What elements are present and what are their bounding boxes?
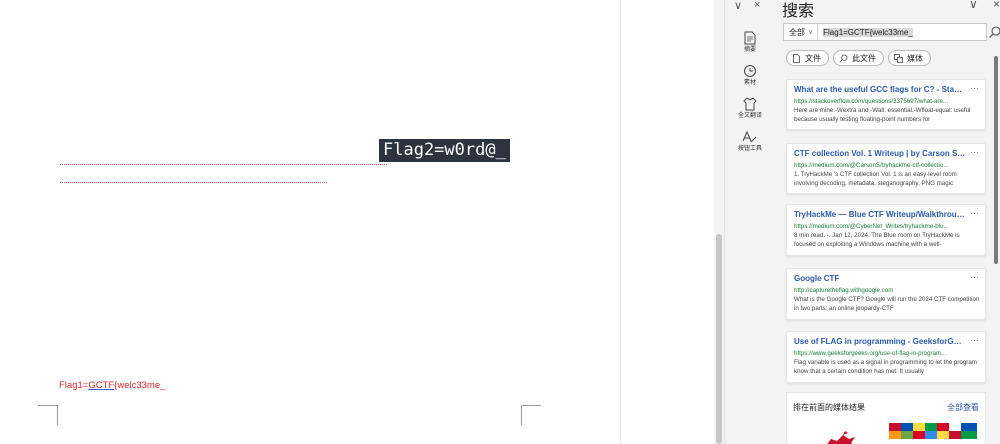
rail-item-label: 按钮工具 xyxy=(737,146,762,152)
result-card[interactable]: What are the useful GCC flags for C? - S… xyxy=(786,79,986,130)
result-url[interactable]: https://medium.com/@CarsonS/tryhackme-ct… xyxy=(794,161,978,170)
pen-ai-icon xyxy=(742,130,757,143)
chip-this-file[interactable]: 此文件 xyxy=(833,50,884,66)
filter-chips: 文件 此文件 媒体 xyxy=(786,50,931,66)
rail-item-summary[interactable]: 摘要 xyxy=(725,30,775,54)
dotted-rule xyxy=(60,164,387,165)
result-title[interactable]: What are the useful GCC flags for C? - S… xyxy=(794,85,966,95)
chip-file[interactable]: 文件 xyxy=(786,50,829,66)
more-options-icon[interactable]: ··· xyxy=(970,147,979,157)
chip-label: 文件 xyxy=(805,53,821,63)
document-scrollbar-thumb[interactable] xyxy=(716,234,722,444)
document-icon xyxy=(744,31,756,45)
scope-dropdown[interactable]: 全部 ∨ xyxy=(784,24,819,40)
result-url[interactable]: https://www.geeksforgeeks.org/use-of-fla… xyxy=(794,349,978,358)
rail-controls: ∨ × xyxy=(725,0,775,14)
panel-close-button[interactable]: × xyxy=(993,0,1000,11)
rail-close-button[interactable]: × xyxy=(754,0,760,11)
chip-media[interactable]: 媒体 xyxy=(888,50,931,66)
chip-label: 此文件 xyxy=(852,53,876,63)
rail-item-material[interactable]: 素材 xyxy=(725,63,775,87)
search-box: 全部 ∨ Flag1=GCTF{welc33me_ xyxy=(783,23,1000,41)
rail-item-label: 摘要 xyxy=(743,47,756,53)
see-all-link[interactable]: 全部查看 xyxy=(947,402,979,413)
result-url[interactable]: https://medium.com/@CyberNet_Writes/tryh… xyxy=(794,222,978,231)
panel-title: 搜索 xyxy=(782,3,815,20)
result-card[interactable]: Use of FLAG in programming - GeeksforGee… xyxy=(786,331,986,383)
result-title[interactable]: Use of FLAG in programming - GeeksforGee… xyxy=(794,337,966,347)
result-snippet: 1. TryHackMe 's CTF collection Vol. 1 is… xyxy=(794,171,957,187)
result-snippet: 8 min read. -. Jan 12, 2024. The Blue ro… xyxy=(794,232,960,248)
more-options-icon[interactable]: ··· xyxy=(970,272,979,282)
more-options-icon[interactable]: ··· xyxy=(970,208,979,218)
flag1-underlined: GCTF xyxy=(88,380,115,391)
flag1-text[interactable]: Flag1=GCTF{welc33me_ xyxy=(59,380,165,391)
document-gutter xyxy=(620,0,718,444)
rail-item-label: 素材 xyxy=(743,80,756,86)
result-card[interactable]: CTF collection Vol. 1 Writeup | by Carso… xyxy=(786,143,986,194)
crop-mark-left xyxy=(38,405,58,425)
clock-icon xyxy=(744,65,756,77)
shirt-icon xyxy=(743,97,757,111)
result-snippet: Flag variable is used as a signal in pro… xyxy=(794,359,977,375)
dotted-rule xyxy=(60,182,327,183)
media-section: 排在前面的媒体结果 全部查看 xyxy=(786,392,986,444)
welsh-dragon-thumbnail[interactable] xyxy=(807,423,877,444)
flag1-prefix: Flag1= xyxy=(59,380,89,391)
search-icon[interactable] xyxy=(988,25,1000,39)
document-canvas[interactable]: Flag2=w0rd@_ Flag1=GCTF{welc33me_ xyxy=(0,0,620,444)
search-icon xyxy=(839,54,848,63)
result-url[interactable]: http://capturetheflag.withgoogle.com xyxy=(794,286,978,295)
result-title[interactable]: Google CTF xyxy=(794,274,966,284)
rail-item-label: 全文翻译 xyxy=(737,113,762,119)
rail-collapse-button[interactable]: ∨ xyxy=(734,0,742,12)
more-options-icon[interactable]: ··· xyxy=(970,335,979,345)
result-card[interactable]: TryHackMe — Blue CTF Writeup/Walkthroug.… xyxy=(786,204,986,256)
chip-label: 媒体 xyxy=(907,53,923,63)
search-input[interactable]: Flag1=GCTF{welc33me_ xyxy=(818,27,986,37)
tool-rail: ∨ × 摘要 素材 全文翻译 按钮工具 xyxy=(724,0,774,444)
result-url[interactable]: https://stackoverflow.com/questions/3375… xyxy=(794,97,978,106)
more-options-icon[interactable]: ··· xyxy=(970,83,979,93)
media-section-title: 排在前面的媒体结果 xyxy=(793,403,865,412)
panel-scrollbar[interactable] xyxy=(994,56,998,264)
panel-collapse-button[interactable]: ∨ xyxy=(969,0,978,11)
crop-mark-right xyxy=(521,405,541,425)
search-panel: 搜索 ∨ × 全部 ∨ Flag1=GCTF{welc33me_ 文件 此文件 … xyxy=(774,0,1000,444)
file-icon xyxy=(793,53,800,63)
flag1-suffix: {welc33me_ xyxy=(114,380,166,391)
chevron-down-icon: ∨ xyxy=(808,29,814,36)
scope-label: 全部 xyxy=(789,27,805,37)
rail-item-tools[interactable]: 按钮工具 xyxy=(725,129,775,153)
selected-flag2-text[interactable]: Flag2=w0rd@_ xyxy=(379,139,510,162)
result-title[interactable]: TryHackMe — Blue CTF Writeup/Walkthroug.… xyxy=(794,210,966,220)
media-icon xyxy=(894,53,903,63)
result-snippet: Here are mine:-Wextra and -Wall: essenti… xyxy=(794,107,971,123)
result-title[interactable]: CTF collection Vol. 1 Writeup | by Carso… xyxy=(794,149,966,159)
result-card[interactable]: Google CTF ··· http://capturetheflag.wit… xyxy=(786,268,986,320)
result-snippet: What is the Google CTF? Google will run … xyxy=(794,296,980,312)
flags-thumbnail[interactable] xyxy=(889,423,977,444)
search-query: Flag1=GCTF{welc33me_ xyxy=(823,27,913,37)
rail-item-translate[interactable]: 全文翻译 xyxy=(725,96,775,120)
